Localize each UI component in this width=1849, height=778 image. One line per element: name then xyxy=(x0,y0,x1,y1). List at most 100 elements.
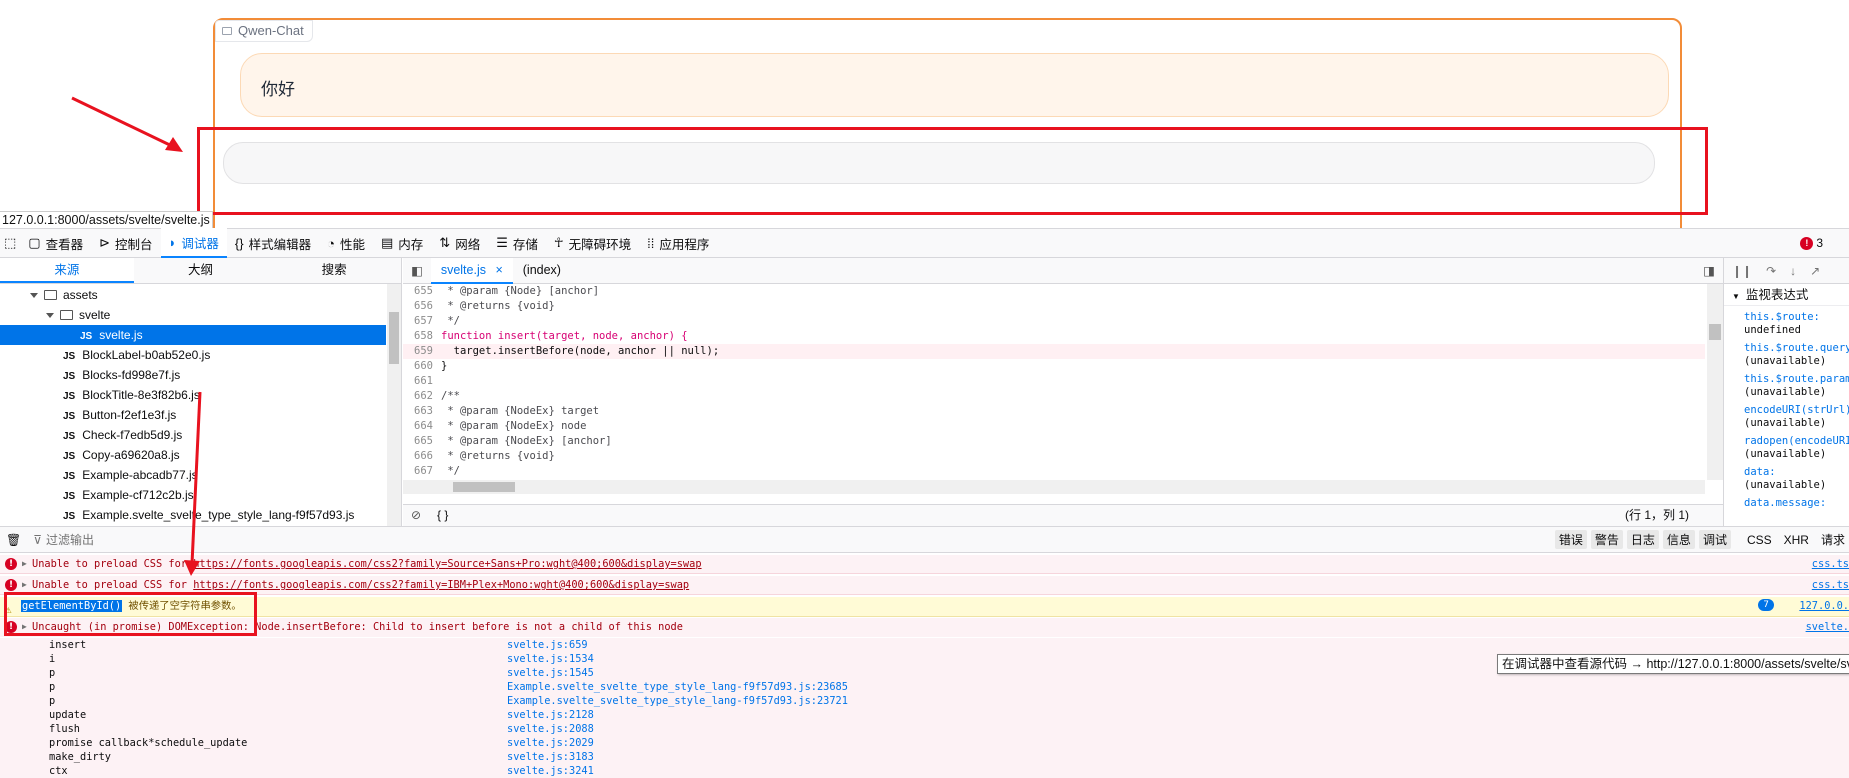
filter-info-button[interactable]: 信息 xyxy=(1662,530,1695,549)
error-count-badge[interactable]: ! 3 xyxy=(1800,236,1823,250)
stack-location-link[interactable]: Example.svelte_svelte_type_style_lang-f9… xyxy=(507,694,848,708)
message-source[interactable]: css.ts xyxy=(1812,555,1849,573)
stack-frame[interactable]: flush svelte.js:2088 xyxy=(0,722,1849,736)
watch-item[interactable]: this.$route: undefined xyxy=(1724,311,1849,337)
stack-location-link[interactable]: svelte.js:2029 xyxy=(507,736,594,750)
scrollbar-thumb[interactable] xyxy=(389,312,399,364)
line-number[interactable]: 656 xyxy=(403,299,433,314)
close-icon[interactable]: × xyxy=(495,263,502,277)
line-number[interactable]: 661 xyxy=(403,374,433,389)
scrollbar-thumb[interactable] xyxy=(1709,324,1721,340)
stack-frame[interactable]: make_dirty svelte.js:3183 xyxy=(0,750,1849,764)
tree-folder-svelte[interactable]: svelte xyxy=(0,305,386,325)
watch-item[interactable]: radopen(encodeURI((unavailable) xyxy=(1724,435,1849,461)
editor-vertical-scrollbar[interactable] xyxy=(1707,284,1723,480)
line-number[interactable]: 666 xyxy=(403,449,433,464)
editor-tab-index[interactable]: (index) xyxy=(513,258,571,284)
code-line[interactable]: 662 /** xyxy=(403,389,1705,404)
code-line[interactable]: 661 xyxy=(403,374,1705,389)
editor-horizontal-scrollbar[interactable] xyxy=(403,480,1705,494)
watch-header[interactable]: ▼ 监视表达式 xyxy=(1724,284,1849,306)
expand-icon[interactable]: ▶ xyxy=(22,555,27,573)
tab-style-editor[interactable]: {} 样式编辑器 xyxy=(227,228,319,258)
code-line[interactable]: 667 */ xyxy=(403,464,1705,479)
tab-console[interactable]: ⊳ 控制台 xyxy=(91,228,160,258)
filter-requests-button[interactable]: 请求 xyxy=(1817,530,1849,549)
line-number[interactable]: 662 xyxy=(403,389,433,404)
stack-location-link[interactable]: Example.svelte_svelte_type_style_lang-f9… xyxy=(507,680,848,694)
editor-tab-svelte[interactable]: svelte.js × xyxy=(430,257,513,284)
stack-location-link[interactable]: svelte.js:1534 xyxy=(507,652,594,666)
line-number[interactable]: 655 xyxy=(403,284,433,299)
watch-item[interactable]: data: (unavailable) xyxy=(1724,466,1849,492)
stack-frame[interactable]: promise callback*schedule_update svelte.j… xyxy=(0,736,1849,750)
line-number[interactable]: 664 xyxy=(403,419,433,434)
pause-icon[interactable]: ❙❙ xyxy=(1732,264,1752,278)
console-error-message[interactable]: ! ▶ Unable to preload CSS for https://fo… xyxy=(0,555,1849,574)
stack-location-link[interactable]: svelte.js:3241 xyxy=(507,764,594,778)
line-number[interactable]: 659 xyxy=(403,344,433,359)
stack-frame[interactable]: insert svelte.js:659 xyxy=(0,638,1849,652)
tab-performance[interactable]: ◔ 性能 xyxy=(319,228,373,258)
toggle-sources-icon[interactable]: ◧ xyxy=(403,263,431,278)
line-number[interactable]: 667 xyxy=(403,464,433,479)
message-source[interactable]: css.ts xyxy=(1812,576,1849,594)
watch-item[interactable]: this.$route.params.(unavailable) xyxy=(1724,373,1849,399)
tab-outline[interactable]: 大纲 xyxy=(134,258,268,283)
stack-location-link[interactable]: svelte.js:1545 xyxy=(507,666,594,680)
code-line[interactable]: 660} xyxy=(403,359,1705,374)
code-line[interactable]: 658 function insert(target, node, anchor)… xyxy=(403,329,1705,344)
tab-memory[interactable]: ▤ 内存 xyxy=(373,228,431,258)
filter-css-button[interactable]: CSS xyxy=(1743,532,1776,548)
tab-accessibility[interactable]: ☥ 无障碍环境 xyxy=(546,228,639,258)
message-link[interactable]: https://fonts.googleapis.com/css2?family… xyxy=(193,579,689,591)
tab-storage[interactable]: ☰ 存储 xyxy=(488,228,546,258)
stack-location-link[interactable]: svelte.js:3183 xyxy=(507,750,594,764)
watch-item[interactable]: data.message: xyxy=(1724,497,1849,510)
tab-sources[interactable]: 来源 xyxy=(0,258,134,283)
tree-file-selected[interactable]: JS svelte.js xyxy=(0,325,386,345)
code-line[interactable]: 656 * @returns {void} xyxy=(403,299,1705,314)
line-number[interactable]: 657 xyxy=(403,314,433,329)
stack-location-link[interactable]: svelte.js:2128 xyxy=(507,708,594,722)
code-line[interactable]: 663 * @param {NodeEx} target xyxy=(403,404,1705,419)
code-line[interactable]: 664 * @param {NodeEx} node xyxy=(403,419,1705,434)
tree-folder-assets[interactable]: assets xyxy=(0,285,386,305)
trash-icon[interactable]: 🗑 xyxy=(6,533,21,547)
stack-location-link[interactable]: svelte.js:659 xyxy=(507,638,588,652)
code-line[interactable]: 665 * @param {NodeEx} [anchor] xyxy=(403,434,1705,449)
element-picker-button[interactable]: ⬚ xyxy=(0,228,20,258)
tab-network[interactable]: ⇅ 网络 xyxy=(431,228,488,258)
stack-frame[interactable]: p Example.svelte_svelte_type_style_lang-f… xyxy=(0,694,1849,708)
code-line[interactable]: 657 */ xyxy=(403,314,1705,329)
toggle-panel-icon[interactable]: ◨ xyxy=(1703,263,1715,278)
step-over-icon[interactable]: ↷ xyxy=(1766,264,1776,278)
tree-file[interactable]: JS BlockLabel-b0ab52e0.js xyxy=(0,345,386,365)
line-number[interactable]: 658 xyxy=(403,329,433,344)
console-warning-message[interactable]: ⚠ getElementById() 被传递了空字符串参数。 7 127.0.0… xyxy=(0,597,1849,617)
stack-frame[interactable]: update svelte.js:2128 xyxy=(0,708,1849,722)
tab-application[interactable]: ⁞⁞ 应用程序 xyxy=(639,228,717,258)
sources-scrollbar[interactable] xyxy=(387,284,401,526)
tab-inspector[interactable]: ▢ 查看器 xyxy=(20,228,91,258)
stack-location-link[interactable]: svelte.js:2088 xyxy=(507,722,594,736)
line-number[interactable]: 665 xyxy=(403,434,433,449)
message-link[interactable]: https://fonts.googleapis.com/css2?family… xyxy=(193,558,701,570)
stack-frame[interactable]: p Example.svelte_svelte_type_style_lang-f… xyxy=(0,680,1849,694)
message-source[interactable]: 127.0.0. xyxy=(1799,597,1849,616)
scrollbar-thumb[interactable] xyxy=(453,482,515,492)
filter-errors-button[interactable]: 错误 xyxy=(1554,530,1587,549)
console-exception-message[interactable]: ! ▶ Uncaught (in promise) DOMException: … xyxy=(0,618,1849,637)
code-area[interactable]: 655 * @param {Node} [anchor] 656 * @retur… xyxy=(403,284,1705,494)
tab-debugger[interactable]: ◗ 调试器 xyxy=(160,228,227,258)
message-source[interactable]: svelte. xyxy=(1806,618,1849,636)
filter-xhr-button[interactable]: XHR xyxy=(1780,532,1813,548)
line-number[interactable]: 663 xyxy=(403,404,433,419)
blackbox-icon[interactable]: ⊘ xyxy=(411,505,421,526)
step-in-icon[interactable]: ↓ xyxy=(1790,264,1796,278)
stack-frame[interactable]: ctx svelte.js:3241 xyxy=(0,764,1849,778)
filter-debug-button[interactable]: 调试 xyxy=(1698,530,1731,549)
code-line[interactable]: 659 target.insertBefore(node, anchor || … xyxy=(403,344,1705,359)
code-line[interactable]: 655 * @param {Node} [anchor] xyxy=(403,284,1705,299)
console-error-message[interactable]: ! ▶ Unable to preload CSS for https://fo… xyxy=(0,576,1849,595)
